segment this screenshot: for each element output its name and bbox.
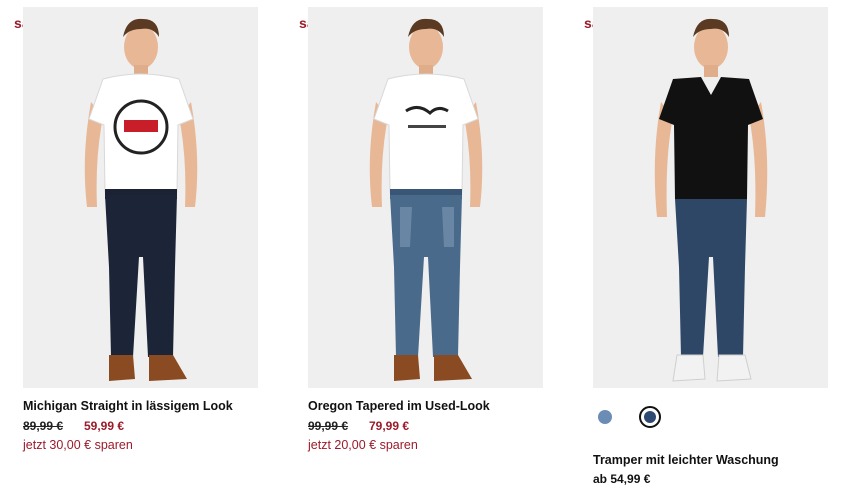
product-image[interactable] bbox=[593, 7, 828, 388]
old-price: 89,99 € bbox=[23, 419, 64, 433]
product-card[interactable]: sale Oregon Tapered im Used-Look 99,99 €… bbox=[285, 0, 570, 491]
product-card[interactable]: sale Michigan Straight in lässigem Look … bbox=[0, 0, 285, 491]
sale-price: 79,99 € bbox=[369, 419, 410, 433]
product-image[interactable] bbox=[23, 7, 258, 388]
swatch-color bbox=[598, 410, 612, 424]
product-card[interactable]: sale Tramper mit leichter Waschung ab 54… bbox=[570, 0, 850, 491]
product-image[interactable] bbox=[308, 7, 543, 388]
color-swatch-light-blue[interactable] bbox=[595, 407, 615, 427]
old-price: 99,99 € bbox=[308, 419, 349, 433]
savings-text: jetzt 20,00 € sparen bbox=[308, 438, 418, 452]
sale-price: 59,99 € bbox=[84, 419, 125, 433]
swatch-color bbox=[644, 411, 656, 423]
product-title[interactable]: Oregon Tapered im Used-Look bbox=[308, 399, 490, 413]
product-title[interactable]: Michigan Straight in lässigem Look bbox=[23, 399, 233, 413]
price-from: ab 54,99 € bbox=[593, 472, 651, 486]
color-swatch-dark-blue[interactable] bbox=[639, 406, 661, 428]
product-title[interactable]: Tramper mit leichter Waschung bbox=[593, 453, 779, 467]
savings-text: jetzt 30,00 € sparen bbox=[23, 438, 133, 452]
